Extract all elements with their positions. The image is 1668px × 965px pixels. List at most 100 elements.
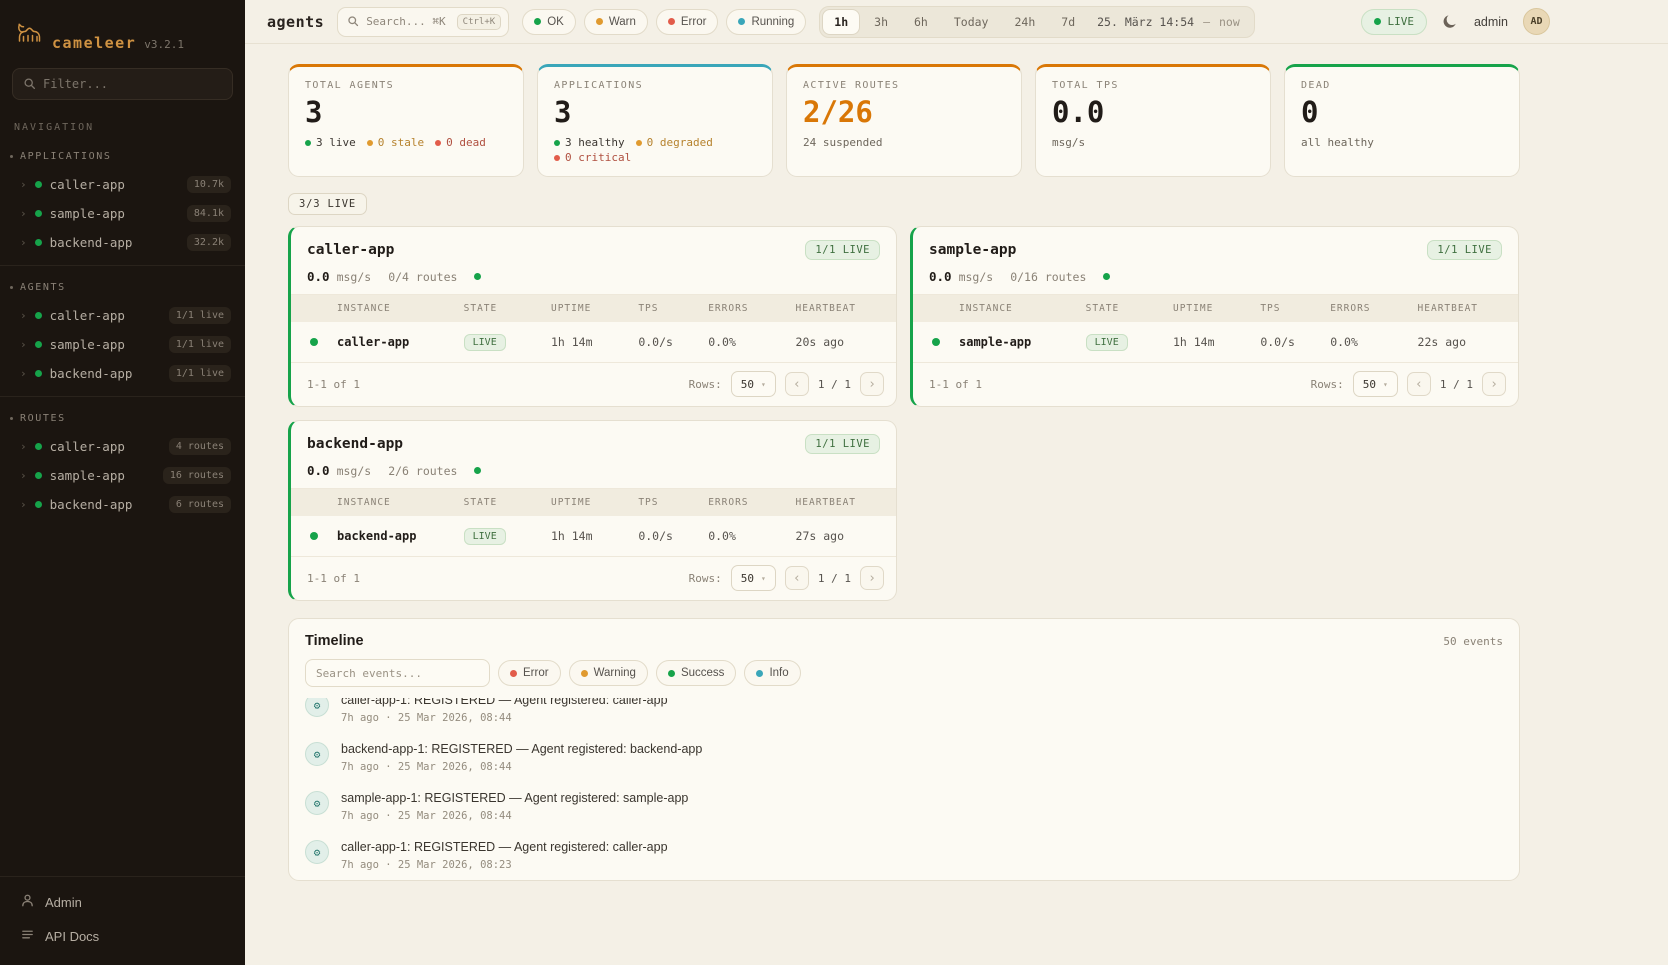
stat-sub: 0 dead — [446, 136, 486, 149]
stat-subs: 24 suspended — [803, 136, 1005, 149]
table-row[interactable]: caller-app LIVE 1h 14m 0.0/s 0.0% 20s ag… — [291, 322, 896, 362]
chevron-right-icon: › — [20, 339, 27, 350]
section-header-applications[interactable]: APPLICATIONS — [0, 147, 245, 170]
status-dot — [310, 532, 318, 540]
cell-instance: backend-app — [337, 529, 464, 543]
app-title: cameleer — [52, 34, 136, 52]
rows-per-page-select[interactable]: 50▾ — [1353, 371, 1398, 397]
sidebar-item-badge: 32.2k — [187, 234, 231, 251]
avatar[interactable]: AD — [1523, 8, 1550, 35]
filter-chip-warn[interactable]: Warn — [584, 9, 648, 35]
global-search-input[interactable] — [366, 15, 449, 28]
filter-chip-ok[interactable]: OK — [522, 9, 576, 35]
section-header-agents[interactable]: AGENTS — [0, 278, 245, 301]
running-dot-icon — [738, 18, 745, 25]
event-text: sample-app-1: REGISTERED — Agent registe… — [341, 791, 688, 805]
sidebar-item-routes-caller-app[interactable]: › caller-app 4 routes — [0, 432, 245, 461]
stat-subs: all healthy — [1301, 136, 1503, 149]
sidebar-filter[interactable] — [12, 68, 233, 100]
rate-unit: msg/s — [337, 464, 372, 478]
page-indicator: 1 / 1 — [818, 572, 851, 585]
sidebar-item-badge: 84.1k — [187, 205, 231, 222]
sidebar-item-app-backend-app[interactable]: › backend-app 32.2k — [0, 228, 245, 257]
filter-chip-error[interactable]: Error — [656, 9, 719, 35]
green-dot-icon — [305, 140, 311, 146]
time-range-24h[interactable]: 24h — [1002, 9, 1047, 35]
dark-mode-toggle[interactable] — [1442, 13, 1459, 30]
prev-page-button[interactable]: ‹ — [785, 372, 809, 396]
app-card-sample-app: sample-app 1/1 LIVE 0.0 msg/s 0/16 route… — [910, 226, 1519, 407]
amber-dot-icon — [636, 140, 642, 146]
table-row[interactable]: sample-app LIVE 1h 14m 0.0/s 0.0% 22s ag… — [913, 322, 1518, 362]
rows-per-page-select[interactable]: 50▾ — [731, 371, 776, 397]
timeline-chip-warning[interactable]: Warning — [569, 660, 648, 686]
table-row[interactable]: backend-app LIVE 1h 14m 0.0/s 0.0% 27s a… — [291, 516, 896, 556]
sidebar-item-api-docs[interactable]: API Docs — [12, 919, 233, 953]
app-card-header: caller-app 1/1 LIVE — [291, 227, 896, 269]
next-page-button[interactable]: › — [860, 566, 884, 590]
time-range-7d[interactable]: 7d — [1049, 9, 1087, 35]
timeline-event: ⚙ backend-app-1: REGISTERED — Agent regi… — [305, 733, 1503, 782]
timeline-event-list[interactable]: ⚙ caller-app-1: REGISTERED — Agent regis… — [289, 698, 1519, 880]
sidebar-item-app-caller-app[interactable]: › caller-app 10.7k — [0, 170, 245, 199]
sidebar-item-routes-backend-app[interactable]: › backend-app 6 routes — [0, 490, 245, 519]
chip-label: Running — [751, 16, 794, 28]
section-bullet-icon — [10, 286, 13, 289]
live-label: LIVE — [1387, 15, 1414, 28]
live-summary-badge: 3/3 LIVE — [288, 193, 367, 215]
sidebar-item-label: caller-app — [50, 308, 125, 323]
next-page-button[interactable]: › — [1482, 372, 1506, 396]
cell-uptime: 1h 14m — [551, 529, 638, 543]
routes-count: 0/16 routes — [1010, 270, 1086, 284]
routes-count: 2/6 routes — [388, 464, 457, 478]
time-range-6h[interactable]: 6h — [902, 9, 940, 35]
global-search[interactable]: Ctrl+K — [337, 7, 509, 37]
time-range-1h[interactable]: 1h — [822, 9, 860, 35]
sidebar-filter-input[interactable] — [43, 77, 222, 91]
sidebar-item-badge: 1/1 live — [169, 336, 231, 353]
table-footer: 1-1 of 1 Rows: 50▾ ‹ 1 / 1 › — [291, 362, 896, 406]
col-uptime: UPTIME — [551, 497, 638, 508]
chevron-right-icon: › — [20, 441, 27, 452]
stat-sub: msg/s — [1052, 136, 1085, 149]
sidebar-item-label: sample-app — [50, 468, 125, 483]
state-badge: LIVE — [464, 334, 506, 351]
sidebar-item-agent-backend-app[interactable]: › backend-app 1/1 live — [0, 359, 245, 388]
stat-card-dead: DEAD 0 all healthy — [1284, 64, 1520, 177]
app-name-link[interactable]: backend-app — [307, 436, 403, 452]
time-range-3h[interactable]: 3h — [862, 9, 900, 35]
red-dot-icon — [435, 140, 441, 146]
chip-label: Error — [681, 16, 707, 28]
sidebar-item-badge: 6 routes — [169, 496, 231, 513]
col-errors: ERRORS — [1330, 303, 1417, 314]
filter-chip-running[interactable]: Running — [726, 9, 806, 35]
sidebar-item-label: sample-app — [50, 206, 125, 221]
timeline-search-input[interactable] — [305, 659, 490, 687]
time-range-today[interactable]: Today — [942, 9, 1001, 35]
health-dot-icon — [474, 273, 481, 280]
section-header-routes[interactable]: ROUTES — [0, 409, 245, 432]
sidebar-item-routes-sample-app[interactable]: › sample-app 16 routes — [0, 461, 245, 490]
timeline-chip-info[interactable]: Info — [744, 660, 800, 686]
app-name-link[interactable]: sample-app — [929, 242, 1016, 258]
stat-card-applications: APPLICATIONS 3 3 healthy 0 degraded 0 cr… — [537, 64, 773, 177]
timeline-chip-error[interactable]: Error — [498, 660, 561, 686]
stat-sub: all healthy — [1301, 136, 1374, 149]
cell-heartbeat: 27s ago — [796, 529, 896, 543]
sidebar-item-agent-sample-app[interactable]: › sample-app 1/1 live — [0, 330, 245, 359]
app-name-link[interactable]: caller-app — [307, 242, 394, 258]
gear-icon: ⚙ — [305, 742, 329, 766]
error-dot-icon — [668, 18, 675, 25]
cell-tps: 0.0/s — [638, 335, 708, 349]
prev-page-button[interactable]: ‹ — [785, 566, 809, 590]
logo: cameleer v3.2.1 — [0, 12, 245, 66]
sidebar-item-app-sample-app[interactable]: › sample-app 84.1k — [0, 199, 245, 228]
timeline-chip-success[interactable]: Success — [656, 660, 736, 686]
rows-per-page-select[interactable]: 50▾ — [731, 565, 776, 591]
sidebar-item-admin[interactable]: Admin — [12, 885, 233, 919]
sidebar-item-agent-caller-app[interactable]: › caller-app 1/1 live — [0, 301, 245, 330]
rows-label: Rows: — [1311, 378, 1344, 391]
next-page-button[interactable]: › — [860, 372, 884, 396]
prev-page-button[interactable]: ‹ — [1407, 372, 1431, 396]
page-indicator: 1 / 1 — [818, 378, 851, 391]
